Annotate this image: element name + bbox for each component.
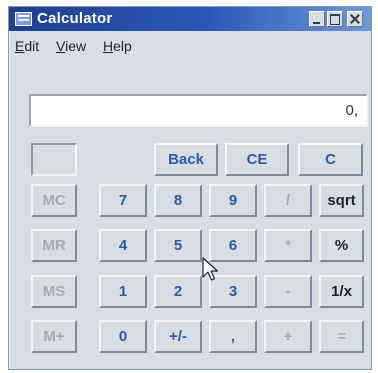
menu-bar: Edit View Help	[9, 35, 371, 57]
clear-button[interactable]: C	[298, 143, 363, 176]
memory-indicator	[31, 143, 77, 176]
digit-9-button[interactable]: 9	[209, 184, 257, 217]
mouse-pointer-icon	[202, 257, 219, 281]
calculator-window: Calculator Edit View Help 0, Back CE C M…	[8, 6, 372, 370]
add-button[interactable]: +	[264, 320, 312, 353]
multiply-button[interactable]: *	[264, 229, 312, 262]
digit-4-button[interactable]: 4	[99, 229, 147, 262]
percent-button[interactable]: %	[319, 229, 364, 262]
menu-edit[interactable]: Edit	[15, 38, 39, 54]
digit-5-button[interactable]: 5	[154, 229, 202, 262]
divide-button[interactable]: /	[264, 184, 312, 217]
menu-help[interactable]: Help	[103, 38, 132, 54]
subtract-button[interactable]: -	[264, 275, 312, 308]
title-bar[interactable]: Calculator	[9, 7, 371, 31]
calculator-app-icon[interactable]	[15, 12, 32, 26]
close-button[interactable]	[347, 11, 363, 27]
menu-view[interactable]: View	[56, 38, 86, 54]
reciprocal-button[interactable]: 1/x	[319, 275, 364, 308]
digit-2-button[interactable]: 2	[154, 275, 202, 308]
digit-1-button[interactable]: 1	[99, 275, 147, 308]
digit-7-button[interactable]: 7	[99, 184, 147, 217]
maximize-button[interactable]	[327, 11, 343, 27]
digit-0-button[interactable]: 0	[99, 320, 147, 353]
minimize-button[interactable]	[309, 11, 325, 27]
decimal-button[interactable]: ,	[209, 320, 257, 353]
result-display: 0,	[29, 94, 368, 127]
sqrt-button[interactable]: sqrt	[319, 184, 364, 217]
plus-minus-button[interactable]: +/-	[154, 320, 202, 353]
memory-store-button[interactable]: MS	[31, 275, 77, 308]
memory-add-button[interactable]: M+	[31, 320, 77, 353]
memory-recall-button[interactable]: MR	[31, 229, 77, 262]
back-button[interactable]: Back	[154, 143, 218, 176]
clear-entry-button[interactable]: CE	[225, 143, 289, 176]
digit-8-button[interactable]: 8	[154, 184, 202, 217]
equals-button[interactable]: =	[319, 320, 364, 353]
window-title: Calculator	[37, 10, 113, 27]
memory-clear-button[interactable]: MC	[31, 184, 77, 217]
